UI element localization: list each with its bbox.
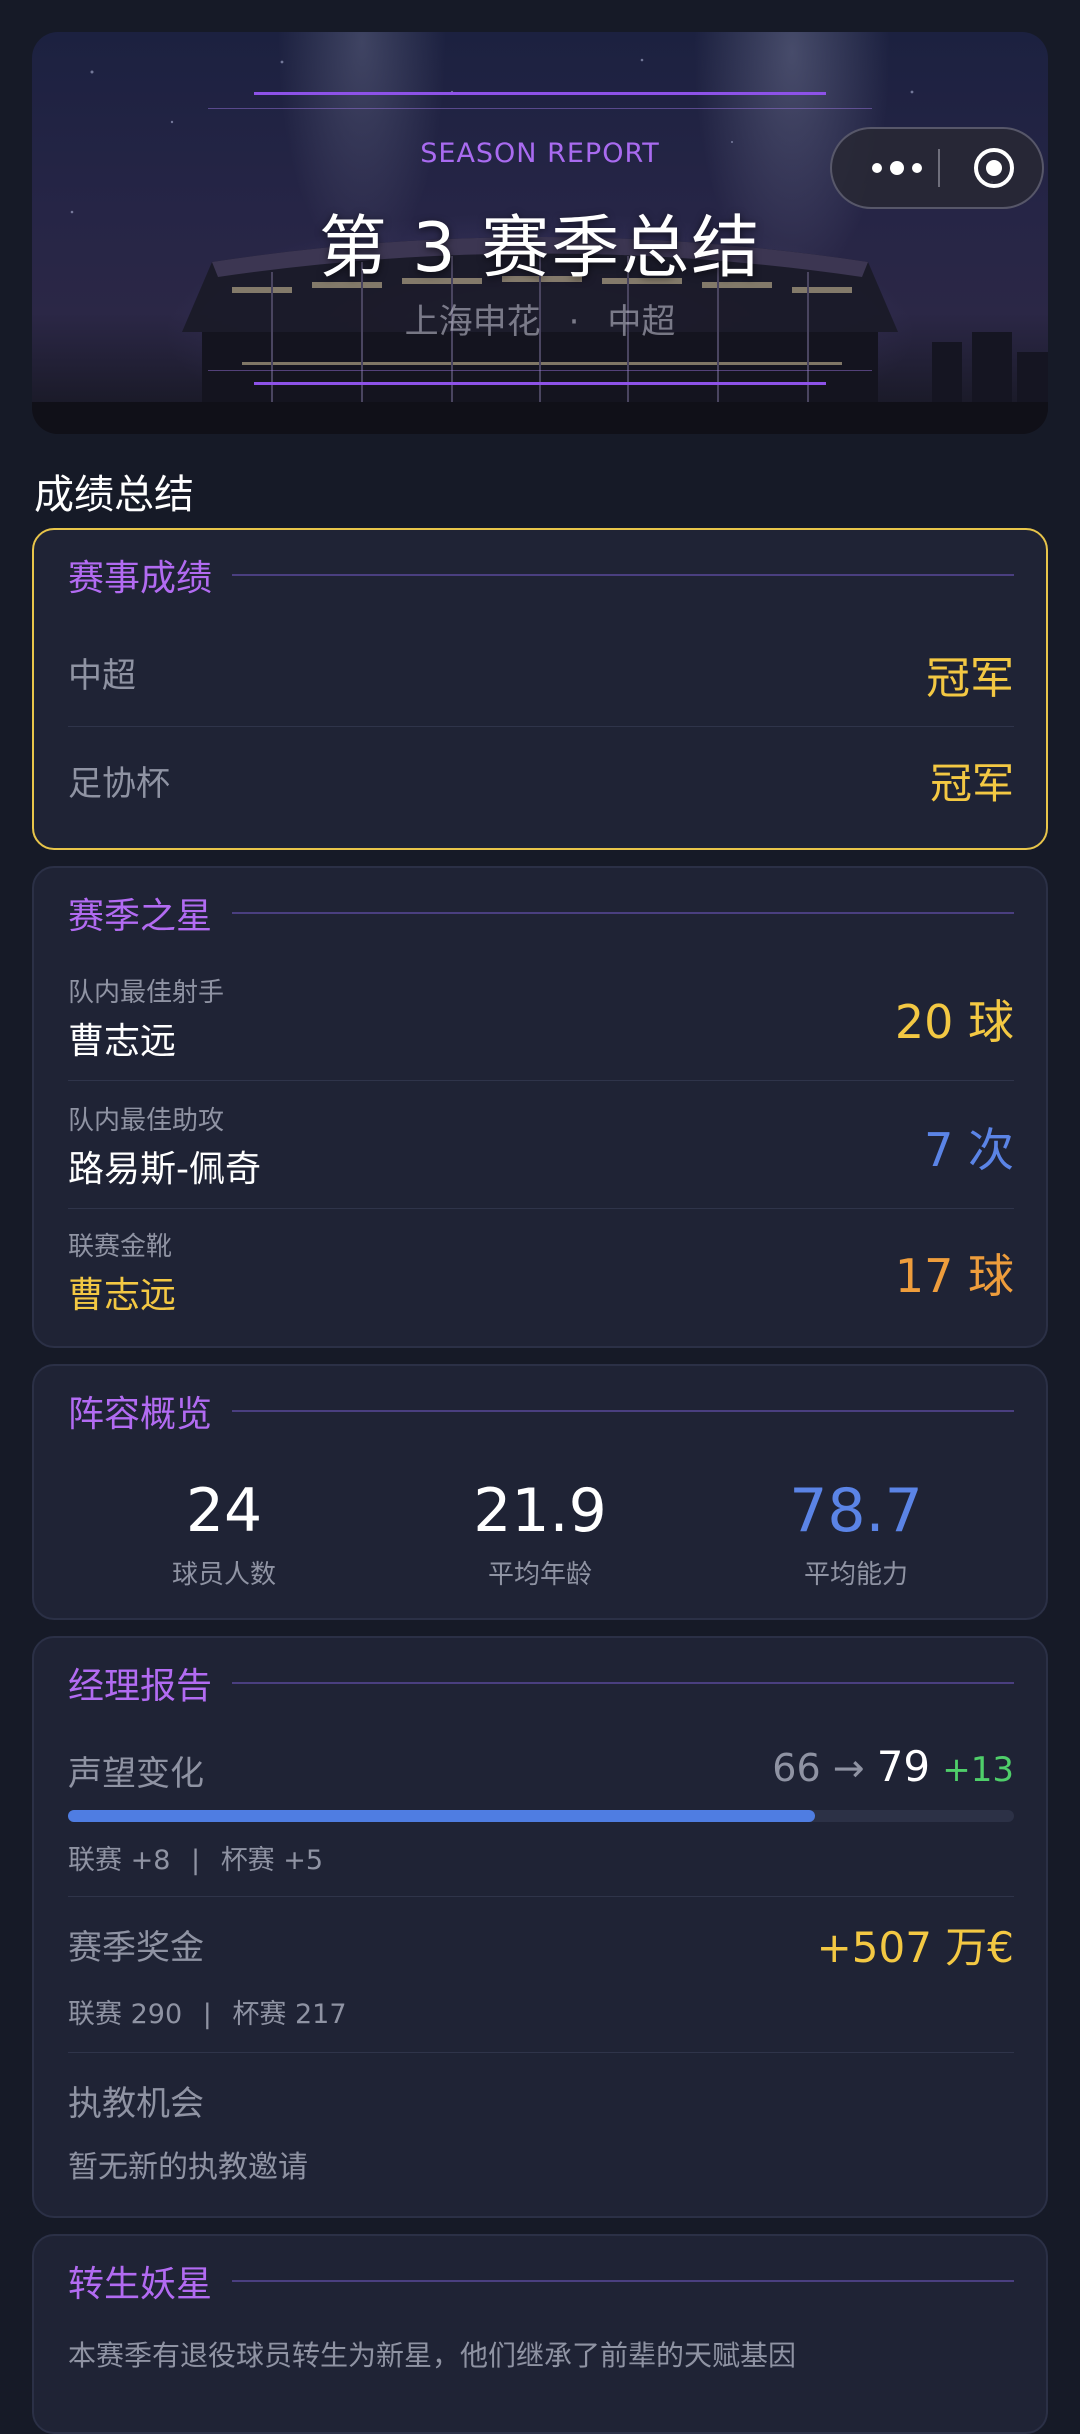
stat-value: 21.9 <box>473 1476 607 1546</box>
mini-program-capsule <box>830 127 1044 209</box>
header-rule <box>232 1410 1014 1412</box>
reputation-from: 66 <box>772 1746 821 1790</box>
breakdown-separator: | <box>202 1999 212 2030</box>
award-value: 20 球 <box>894 995 1014 1049</box>
stat-average-age: 21.9 平均年龄 <box>390 1476 690 1591</box>
header-rule <box>232 1682 1014 1684</box>
banner-top-thin-line <box>208 108 872 109</box>
stat-label: 平均能力 <box>803 1560 908 1590</box>
card-header: 转生妖星 <box>68 2258 1014 2305</box>
squad-overview-card: 阵容概览 24 球员人数 21.9 平均年龄 78.7 平均能力 <box>32 1364 1048 1620</box>
stat-value: 78.7 <box>789 1476 923 1546</box>
stat-label: 平均年龄 <box>487 1560 592 1590</box>
competition-name: 中超 <box>68 656 136 696</box>
stat-player-count: 24 球员人数 <box>74 1476 374 1591</box>
banner-bottom-line <box>254 382 826 385</box>
competition-result: 冠军 <box>929 759 1014 808</box>
season-banner: SEASON REPORT 第 3 赛季总结 上海申花 · 中超 <box>32 32 1048 434</box>
card-title: 经理报告 <box>68 1666 213 1707</box>
card-header: 经理报告 <box>68 1660 1014 1707</box>
capsule-divider <box>938 149 940 187</box>
award-value: 7 次 <box>924 1123 1014 1177</box>
prize-breakdown: 联赛 290 | 杯赛 217 <box>68 1992 347 2031</box>
header-rule <box>232 912 1014 914</box>
banner-bottom-thin-line <box>208 370 872 371</box>
competition-results-card: 赛事成绩 中超 冠军 足协杯 冠军 <box>32 528 1048 850</box>
prize-label: 赛季奖金 <box>68 1928 204 1968</box>
card-title: 转生妖星 <box>68 2264 213 2305</box>
reputation-progress-fill <box>68 1810 816 1822</box>
competition-result: 冠军 <box>926 653 1014 704</box>
more-dots-icon[interactable] <box>862 129 932 207</box>
breakdown-cup: 杯赛 +5 <box>220 1845 324 1876</box>
season-stars-card: 赛季之星 队内最佳射手 曹志远 20 球 队内最佳助攻 路易斯-佩奇 7 次 联… <box>32 866 1048 1348</box>
row-divider <box>68 1208 1014 1209</box>
award-value: 17 球 <box>894 1249 1014 1303</box>
banner-top-line <box>254 92 826 95</box>
award-label: 联赛金靴 <box>68 1232 173 1262</box>
breakdown-league: 联赛 +8 <box>68 1845 171 1876</box>
player-name: 曹志远 <box>68 1275 177 1316</box>
row-divider <box>68 726 1014 727</box>
card-title: 赛事成绩 <box>68 558 213 599</box>
reborn-stars-card: 转生妖星 本赛季有退役球员转生为新星，他们继承了前辈的天赋基因 <box>32 2234 1048 2434</box>
row-divider <box>68 2052 1014 2053</box>
prize-value: +507 万€ <box>816 1923 1014 1972</box>
player-name: 曹志远 <box>68 1021 177 1062</box>
manager-report-card: 经理报告 声望变化 66 → 79 +13 联赛 +8 | 杯赛 +5 赛季奖金… <box>32 1636 1048 2218</box>
card-header: 阵容概览 <box>68 1388 1014 1435</box>
reputation-to: 79 <box>876 1742 931 1791</box>
club-name: 上海申花 <box>404 302 541 342</box>
competition-name: 足协杯 <box>68 764 170 804</box>
coaching-offers-text: 暂无新的执教邀请 <box>68 2150 308 2185</box>
season-subtitle: 上海申花 · 中超 <box>32 294 1048 343</box>
award-label: 队内最佳射手 <box>68 978 225 1008</box>
reputation-breakdown: 联赛 +8 | 杯赛 +5 <box>68 1838 323 1877</box>
target-icon[interactable] <box>972 146 1016 190</box>
header-rule <box>232 574 1014 576</box>
breakdown-cup: 杯赛 217 <box>232 1999 347 2030</box>
stat-label: 球员人数 <box>171 1560 276 1590</box>
reputation-label: 声望变化 <box>68 1754 204 1794</box>
award-label: 队内最佳助攻 <box>68 1106 225 1136</box>
arrow-icon: → <box>832 1746 865 1790</box>
row-divider <box>68 1080 1014 1081</box>
stat-value: 24 <box>185 1476 263 1546</box>
subtitle-separator: · <box>568 302 580 342</box>
reborn-description: 本赛季有退役球员转生为新星，他们继承了前辈的天赋基因 <box>68 2339 797 2372</box>
stat-average-ability: 78.7 平均能力 <box>706 1476 1006 1591</box>
row-divider <box>68 1896 1014 1897</box>
coaching-offers-label: 执教机会 <box>68 2084 204 2124</box>
reputation-delta: +13 <box>942 1750 1014 1790</box>
card-title: 阵容概览 <box>68 1394 213 1435</box>
card-header: 赛事成绩 <box>68 552 1014 599</box>
card-header: 赛季之星 <box>68 890 1014 937</box>
breakdown-league: 联赛 290 <box>68 1999 183 2030</box>
reputation-progress-bar <box>68 1810 1014 1822</box>
summary-section-title: 成绩总结 <box>34 472 194 518</box>
player-name: 路易斯-佩奇 <box>68 1149 261 1190</box>
breakdown-separator: | <box>190 1845 201 1876</box>
reputation-change: 66 → 79 +13 <box>772 1742 1014 1791</box>
header-rule <box>232 2280 1014 2282</box>
card-title: 赛季之星 <box>68 896 213 937</box>
league-name: 中超 <box>607 302 676 342</box>
